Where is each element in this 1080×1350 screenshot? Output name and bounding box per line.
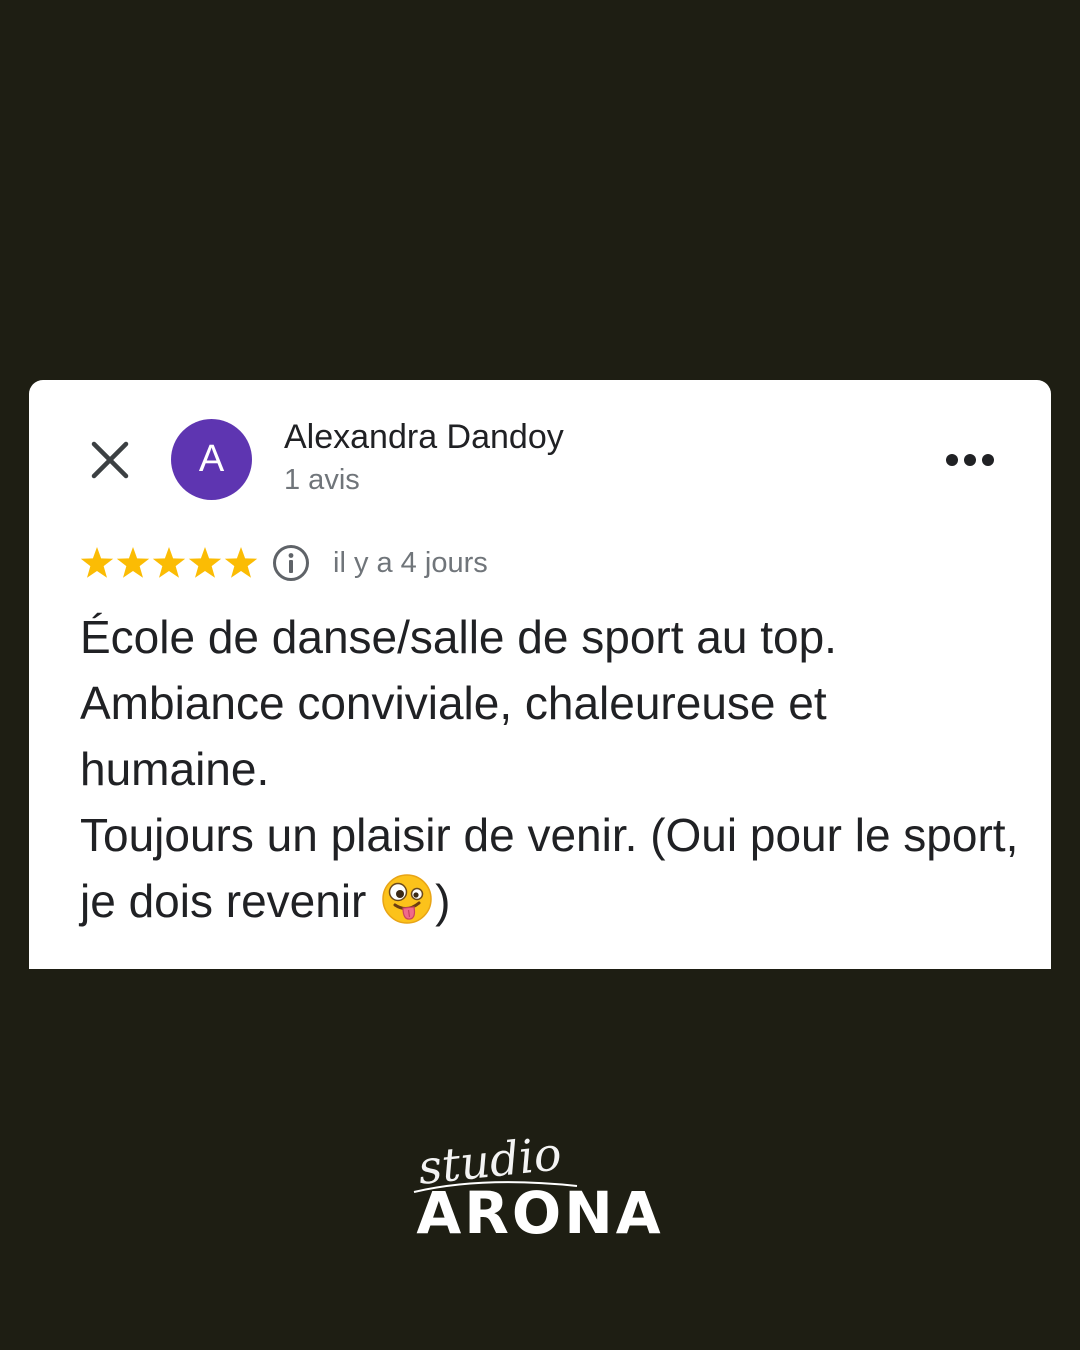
author-review-count: 1 avis	[284, 464, 360, 496]
zany-face-emoji	[382, 874, 432, 924]
review-line: Toujours un plaisir de venir. (Oui pour …	[80, 802, 1020, 934]
author-name[interactable]: Alexandra Dandoy	[284, 418, 564, 457]
review-text: École de danse/salle de sport au top. Am…	[80, 604, 1020, 934]
page: { "review": { "close_icon": "close-icon"…	[0, 0, 1080, 1350]
star-icon	[224, 547, 258, 578]
review-card: A Alexandra Dandoy 1 avis il y a 4 jours…	[29, 380, 1051, 969]
review-line: Ambiance conviviale, chaleureuse et huma…	[80, 677, 827, 795]
star-icon	[116, 547, 150, 578]
close-button[interactable]	[89, 439, 131, 481]
star-icon	[152, 547, 186, 578]
review-date: il y a 4 jours	[333, 546, 488, 579]
more-options-button[interactable]	[943, 442, 997, 478]
review-line-text: Toujours un plaisir de venir. (Oui pour …	[80, 809, 1019, 927]
review-line-end: )	[435, 875, 451, 927]
studio-arona-logo: ARONA studio	[412, 1126, 672, 1247]
rating-row: il y a 4 jours	[79, 540, 488, 586]
info-icon[interactable]	[271, 543, 311, 583]
close-icon	[91, 441, 129, 479]
star-rating	[79, 545, 259, 581]
star-icon	[80, 547, 114, 578]
review-line: École de danse/salle de sport au top.	[80, 611, 837, 663]
more-options-icon	[946, 454, 994, 466]
avatar[interactable]: A	[171, 419, 252, 500]
star-icon	[188, 547, 222, 578]
